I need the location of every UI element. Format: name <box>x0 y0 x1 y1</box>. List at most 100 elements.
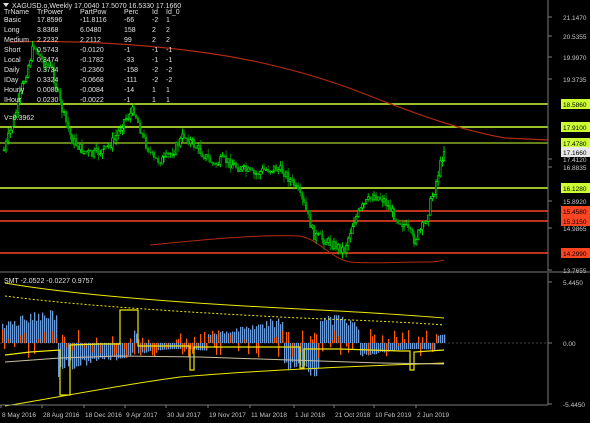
candle-body <box>245 165 248 172</box>
histogram-bar <box>210 334 212 343</box>
histogram-bar <box>262 324 264 343</box>
candle-body <box>264 169 268 171</box>
candle-body <box>427 214 430 222</box>
candle-body <box>97 148 100 156</box>
table-header-cell: Id_0 <box>166 9 180 16</box>
histogram-bar-alt <box>314 332 316 343</box>
histogram-bar <box>90 343 92 363</box>
histogram-bar-alt <box>140 343 142 356</box>
table-cell: 3.8368 <box>37 27 59 34</box>
candle-body <box>257 173 260 175</box>
histogram-bar-alt <box>418 336 420 343</box>
candle-body <box>364 199 368 204</box>
histogram-bar-alt <box>204 331 206 343</box>
candle-body <box>322 239 326 245</box>
candle-body <box>87 150 90 153</box>
candle-body <box>187 137 190 145</box>
axis-tick-label: 14.9865 <box>563 226 587 233</box>
table-header-cell: Id <box>152 9 158 16</box>
histogram-bar <box>406 343 408 350</box>
candle-body <box>5 140 8 151</box>
candle-body <box>334 241 338 250</box>
histogram-bar-alt <box>394 330 396 343</box>
histogram-bar-alt <box>212 330 214 343</box>
sub-axis-tick-label: -5.4450 <box>563 402 585 409</box>
candle-body <box>122 119 126 129</box>
histogram-bar-alt <box>258 343 260 358</box>
candle-body <box>2 149 6 152</box>
histogram-bar <box>30 313 32 343</box>
histogram-bar <box>424 343 426 350</box>
candle-body <box>109 144 112 149</box>
table-cell: 1 <box>152 87 156 94</box>
histogram-bar <box>346 322 348 343</box>
histogram-bar <box>32 320 34 343</box>
table-cell: 0.0080 <box>37 87 59 94</box>
table-cell: Medium <box>4 37 29 44</box>
candle-body <box>289 179 292 182</box>
histogram-bar <box>408 343 410 350</box>
candle-body <box>274 165 278 172</box>
histogram-bar-alt <box>56 338 58 343</box>
candle-body <box>75 138 78 147</box>
candle-body <box>27 65 30 78</box>
table-cell: 158 <box>124 27 136 34</box>
candle-body <box>202 156 206 160</box>
histogram-bar <box>322 321 324 343</box>
histogram-bar <box>342 316 344 343</box>
histogram-bar-alt <box>148 339 150 343</box>
table-header-cell: TrName <box>4 9 29 16</box>
candle-body <box>127 118 130 120</box>
candle-body <box>329 238 332 247</box>
candle-body <box>351 226 354 234</box>
candle-body <box>424 221 428 224</box>
histogram-bar-alt <box>84 343 86 349</box>
histogram-bar <box>254 329 256 343</box>
candle-body <box>312 225 316 241</box>
histogram-bar <box>242 326 244 343</box>
candle-body <box>102 145 106 150</box>
table-cell: 2.2232 <box>37 37 59 44</box>
histogram-bar <box>42 312 44 343</box>
histogram-bar <box>350 320 352 343</box>
candle-body <box>387 204 390 207</box>
histogram-bar <box>112 343 114 357</box>
candle-body <box>137 117 140 124</box>
histogram-bar <box>54 319 56 343</box>
histogram-bar-alt <box>134 343 136 355</box>
sub-axis-tick-label: 0.00 <box>563 341 576 348</box>
table-cell: -1 <box>166 57 172 64</box>
candle-body <box>412 233 416 245</box>
histogram-bar-alt <box>14 343 16 348</box>
histogram-bar <box>236 328 238 343</box>
histogram-bar <box>374 343 376 355</box>
histogram-bar-alt <box>386 343 388 357</box>
trading-chart[interactable]: XAGUSD.o,Weekly 17.0040 17.5070 16.5330 … <box>0 0 590 423</box>
histogram-bar <box>320 320 322 343</box>
histogram-bar <box>142 343 144 353</box>
histogram-bar <box>214 333 216 343</box>
candle-body <box>442 151 446 162</box>
table-cell: -1 <box>152 57 158 64</box>
time-tick-label: 2 Jun 2019 <box>417 412 450 419</box>
candle-body <box>105 145 108 148</box>
candle-body <box>369 196 372 200</box>
candle-body <box>282 173 286 177</box>
table-cell: -0.1782 <box>80 57 104 64</box>
histogram-bar <box>106 343 108 358</box>
histogram-bar <box>280 324 282 343</box>
candle-body <box>287 171 290 182</box>
level-label-text: 18.5860 <box>563 102 587 109</box>
axis-tick-label: 20.5355 <box>563 34 587 41</box>
histogram-bar <box>228 333 230 343</box>
level-label-text: 14.2990 <box>563 251 587 258</box>
candle-body <box>70 134 74 145</box>
candle-body <box>32 46 36 50</box>
axis-tick-label: 16.8835 <box>563 165 587 172</box>
histogram-bar <box>340 318 342 343</box>
histogram-bar-alt <box>208 337 210 343</box>
histogram-bar <box>442 334 444 343</box>
histogram-bar <box>272 320 274 343</box>
candle-body <box>309 213 312 228</box>
candle-body <box>201 153 204 158</box>
